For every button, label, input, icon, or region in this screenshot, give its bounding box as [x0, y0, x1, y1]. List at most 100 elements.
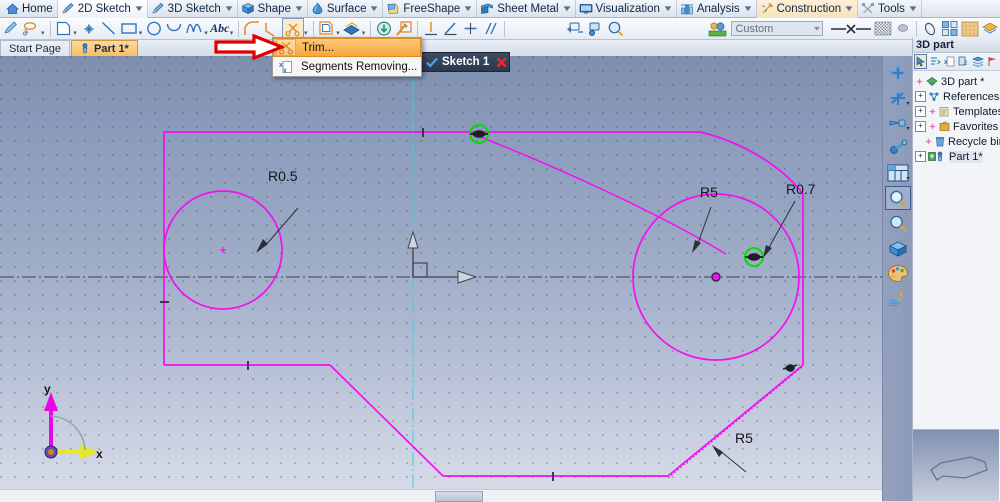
layers-icon[interactable]: [980, 19, 1000, 39]
profile-icon[interactable]: [21, 19, 41, 39]
material-icon[interactable]: [707, 19, 727, 39]
line-style-icon[interactable]: [829, 19, 873, 39]
menu-tab-shape[interactable]: Shape ▼: [238, 0, 308, 18]
tree-item-recycle-bin[interactable]: Recycle bin: [915, 134, 1000, 149]
chevron-down-icon[interactable]: ▼: [843, 4, 854, 13]
chevron-down-icon[interactable]: ▼: [133, 4, 144, 13]
rectangle-icon[interactable]: [119, 19, 139, 39]
chevron-down-icon[interactable]: ▼: [369, 4, 380, 13]
scrollbar-thumb[interactable]: [435, 491, 483, 502]
delete-node-icon[interactable]: x: [943, 54, 956, 69]
menu-tab-freeshape[interactable]: FreeShape ▼: [383, 0, 478, 18]
mirror-icon[interactable]: [940, 19, 960, 39]
chevron-down-icon[interactable]: ▼: [293, 4, 304, 13]
part-preview-pane[interactable]: [913, 429, 999, 501]
tree-item-3d-part[interactable]: 3D part *: [915, 74, 1000, 89]
filter-icon[interactable]: [928, 54, 941, 69]
parallel-icon[interactable]: [481, 19, 501, 39]
zoom-fit-icon[interactable]: [885, 211, 911, 235]
zoom-window-icon[interactable]: [605, 19, 625, 39]
select-icon[interactable]: [914, 54, 928, 69]
close-x-icon[interactable]: [496, 57, 507, 68]
dimension-r5-top[interactable]: R5: [700, 184, 718, 200]
expander-icon[interactable]: +: [915, 151, 926, 162]
chevron-down-icon[interactable]: ▼: [907, 4, 918, 13]
expander-icon[interactable]: +: [915, 121, 926, 132]
chevron-down-icon[interactable]: ▼: [561, 4, 572, 13]
rectangle-corner-icon[interactable]: [53, 19, 73, 39]
chevron-down-icon[interactable]: ▾: [41, 29, 45, 40]
checkmark-icon[interactable]: [426, 57, 438, 68]
expander-icon[interactable]: +: [915, 106, 926, 117]
flag-icon[interactable]: [986, 54, 999, 69]
circle-icon[interactable]: [144, 19, 164, 39]
chevron-down-icon[interactable]: ▼: [463, 4, 474, 13]
properties-icon[interactable]: 2: [957, 54, 970, 69]
tree-item-templates[interactable]: + Templates: [915, 104, 1000, 119]
color-icon[interactable]: [893, 19, 913, 39]
chevron-down-icon[interactable]: ▾: [139, 29, 143, 40]
style-preset-combo[interactable]: Custom ▾: [731, 21, 824, 36]
menu-tab-surface[interactable]: Surface ▼: [308, 0, 384, 18]
tab-part-1[interactable]: Part 1*: [70, 40, 138, 56]
chevron-down-icon[interactable]: ▼: [662, 4, 673, 13]
spline-icon[interactable]: [184, 19, 204, 39]
vertical-constraint-icon[interactable]: [421, 19, 441, 39]
perpendicular-icon[interactable]: [441, 19, 461, 39]
menu-tab-sheet-metal[interactable]: Sheet Metal ▼: [477, 0, 576, 18]
menu-tab-home[interactable]: Home: [0, 0, 58, 18]
ellipse-icon[interactable]: [920, 19, 940, 39]
tree-item-part-1[interactable]: + Part 1*: [915, 149, 1000, 164]
chevron-down-icon[interactable]: ▾: [73, 29, 77, 40]
move-3d-icon[interactable]: ▾: [885, 86, 911, 110]
chevron-down-icon[interactable]: ▾: [906, 125, 909, 132]
chevron-down-icon[interactable]: ▾: [814, 24, 820, 33]
trim-dropdown-menu[interactable]: Trim... xx Segments Removing...: [272, 37, 422, 77]
exit-sketch-icon[interactable]: [1, 19, 21, 39]
pan-icon[interactable]: [885, 61, 911, 85]
menu-item-segments-removing[interactable]: xx Segments Removing...: [273, 57, 421, 76]
point-icon[interactable]: [79, 19, 99, 39]
camera-icon[interactable]: [565, 19, 585, 39]
grid-icon[interactable]: [960, 19, 980, 39]
leader-r07: [766, 200, 796, 252]
arc-icon[interactable]: [164, 19, 184, 39]
horizontal-icon[interactable]: [461, 19, 481, 39]
box-view-icon[interactable]: [885, 236, 911, 260]
sketch-canvas[interactable]: y x R0.5 R5 R0.7 R5 1/4": [0, 56, 882, 501]
chevron-down-icon[interactable]: ▼: [223, 4, 234, 13]
layers-tree-icon[interactable]: [971, 54, 984, 69]
menu-tab-visualization[interactable]: Visualization ▼: [576, 0, 677, 18]
project-icon[interactable]: [342, 19, 362, 39]
zoom-window-icon[interactable]: [884, 186, 911, 210]
camera-blue-icon[interactable]: [585, 19, 605, 39]
rotate-view-icon[interactable]: ▾: [885, 111, 911, 135]
palette-icon[interactable]: [885, 261, 911, 285]
dimension-r5-bottom[interactable]: R5: [735, 430, 753, 446]
expander-icon[interactable]: +: [915, 91, 926, 102]
dimension-r05[interactable]: R0.5: [268, 168, 298, 184]
viewport-layout-icon[interactable]: ▾: [885, 161, 911, 185]
tree-item-favorites[interactable]: + Favorites: [915, 119, 1000, 134]
chevron-down-icon[interactable]: ▾: [204, 29, 208, 40]
menu-tab-analysis[interactable]: Analysis ▼: [677, 0, 757, 18]
help-icon[interactable]: ?: [885, 286, 911, 310]
chevron-down-icon[interactable]: ▾: [906, 100, 909, 107]
menu-tab-3d-sketch[interactable]: 3D Sketch ▼: [148, 0, 238, 18]
hatch-icon[interactable]: [873, 19, 893, 39]
menu-tab-2d-sketch[interactable]: 2D Sketch ▼: [57, 0, 148, 18]
menu-item-trim[interactable]: Trim...: [273, 38, 421, 57]
tree-item-references[interactable]: + References: [915, 89, 1000, 104]
canvas-horizontal-scrollbar[interactable]: [0, 489, 882, 502]
chevron-down-icon[interactable]: ▾: [906, 175, 909, 182]
menu-tab-tools[interactable]: Tools ▼: [858, 0, 922, 18]
line-icon[interactable]: [99, 19, 119, 39]
dimension-r07[interactable]: R0.7: [786, 181, 816, 197]
offset-icon[interactable]: [316, 19, 336, 39]
pin-view-icon[interactable]: [885, 136, 911, 160]
chevron-down-icon[interactable]: ▼: [742, 4, 753, 13]
dimension-icon[interactable]: [394, 19, 414, 39]
menu-tab-construction[interactable]: Construction ▼: [756, 0, 859, 18]
auto-constraint-icon[interactable]: [374, 19, 394, 39]
tab-start-page[interactable]: Start Page: [0, 40, 70, 56]
